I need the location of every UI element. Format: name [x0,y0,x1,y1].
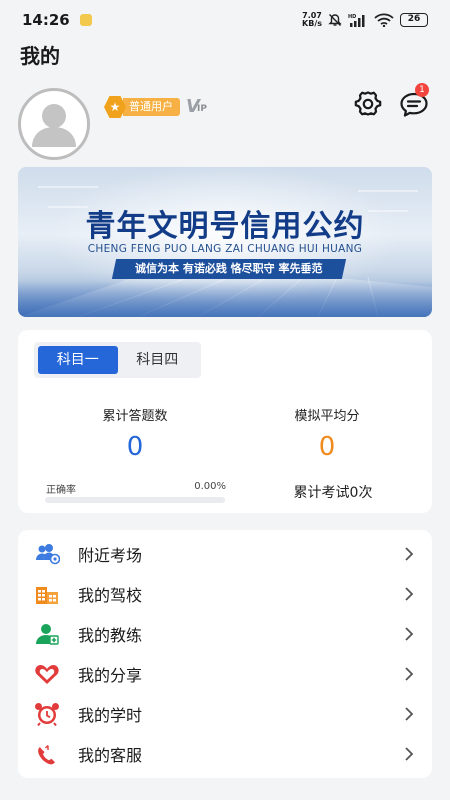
user-level-badge: ★ 普通用户 V IP [104,96,210,118]
stats-card: 科目一 科目四 累计答题数 0 模拟平均分 0 正确率 0.00% 累计考试0次 [18,330,432,513]
cellular-signal-icon: HD [348,14,365,27]
banner-slogan-text: 诚信为本 有诺必践 恪尽职守 率先垂范 [135,262,323,275]
menu-label: 我的驾校 [78,586,143,605]
chevron-right-icon [405,667,414,681]
vip-ip: IP [197,104,207,114]
notification-app-icon [79,14,92,26]
chevron-right-icon [405,747,414,761]
mute-icon [328,14,342,26]
avg-score-label: 模拟平均分 [294,409,360,424]
settings-button[interactable] [352,89,384,119]
chevron-right-icon [405,627,414,641]
promo-banner[interactable]: 青年文明号信用公约 CHENG FENG PUO LANG ZAI CHUANG… [18,167,432,317]
menu-item-study-hours[interactable]: 我的学时 [18,694,432,734]
banner-floor [18,281,432,317]
message-button[interactable]: 1 [398,83,430,119]
page-title: 我的 [20,44,60,68]
alarm-clock-icon [34,701,60,727]
subject-tabs: 科目一 科目四 [34,342,201,378]
default-avatar-icon [32,104,76,147]
network-speed: 7.07 KB/s [302,12,322,28]
status-bar: 14:26 7.07 KB/s HD 26 [0,0,450,40]
menu-label: 附近考场 [78,546,143,565]
menu-item-nearby-exam[interactable]: 附近考场 [18,534,432,574]
menu-item-my-school[interactable]: 我的驾校 [18,574,432,614]
battery-indicator: 26 [400,13,428,27]
phone-icon [34,741,60,767]
chevron-right-icon [405,707,414,721]
banner-subtitle: CHENG FENG PUO LANG ZAI CHUANG HUI HUANG [87,243,363,255]
vip-icon[interactable]: V IP [186,96,210,118]
menu-item-customer-service[interactable]: 我的客服 [18,734,432,774]
menu-label: 我的客服 [78,746,143,765]
accuracy-value: 0.00% [194,481,226,492]
exam-count: 累计考试0次 [293,485,373,501]
status-indicators: 7.07 KB/s HD 26 [302,12,428,28]
menu-item-my-share[interactable]: 我的分享 [18,654,432,694]
school-building-icon [34,581,60,607]
status-time: 14:26 [22,11,70,29]
message-count-badge: 1 [415,83,429,97]
wifi-icon [374,13,394,27]
share-heart-icon [34,661,60,687]
menu-label: 我的教练 [78,626,143,645]
answered-value: 0 [126,432,144,462]
banner-title: 青年文明号信用公约 [85,209,365,244]
menu-item-my-coach[interactable]: 我的教练 [18,614,432,654]
gear-icon [354,91,382,116]
chevron-right-icon [405,587,414,601]
svg-text:HD: HD [348,14,356,20]
menu-label: 我的分享 [78,666,143,685]
tab-subject-four[interactable]: 科目四 [118,346,198,374]
accuracy-progress-bar [45,497,225,503]
avatar[interactable] [18,88,90,160]
avg-score-value: 0 [318,432,336,462]
chevron-right-icon [405,547,414,561]
coach-icon [34,621,60,647]
user-type-label: 普通用户 [123,98,180,116]
menu-label: 我的学时 [78,706,143,725]
menu-list: 附近考场 我的驾校 我的教练 我的分享 我的学时 我的客服 [18,530,432,778]
tab-subject-one[interactable]: 科目一 [38,346,118,374]
accuracy-label: 正确率 [46,485,76,496]
answered-label: 累计答题数 [102,409,168,424]
net-speed-unit: KB/s [302,19,322,28]
banner-slogan: 诚信为本 有诺必践 恪尽职守 率先垂范 [111,259,347,279]
nearby-exam-icon [34,541,60,567]
